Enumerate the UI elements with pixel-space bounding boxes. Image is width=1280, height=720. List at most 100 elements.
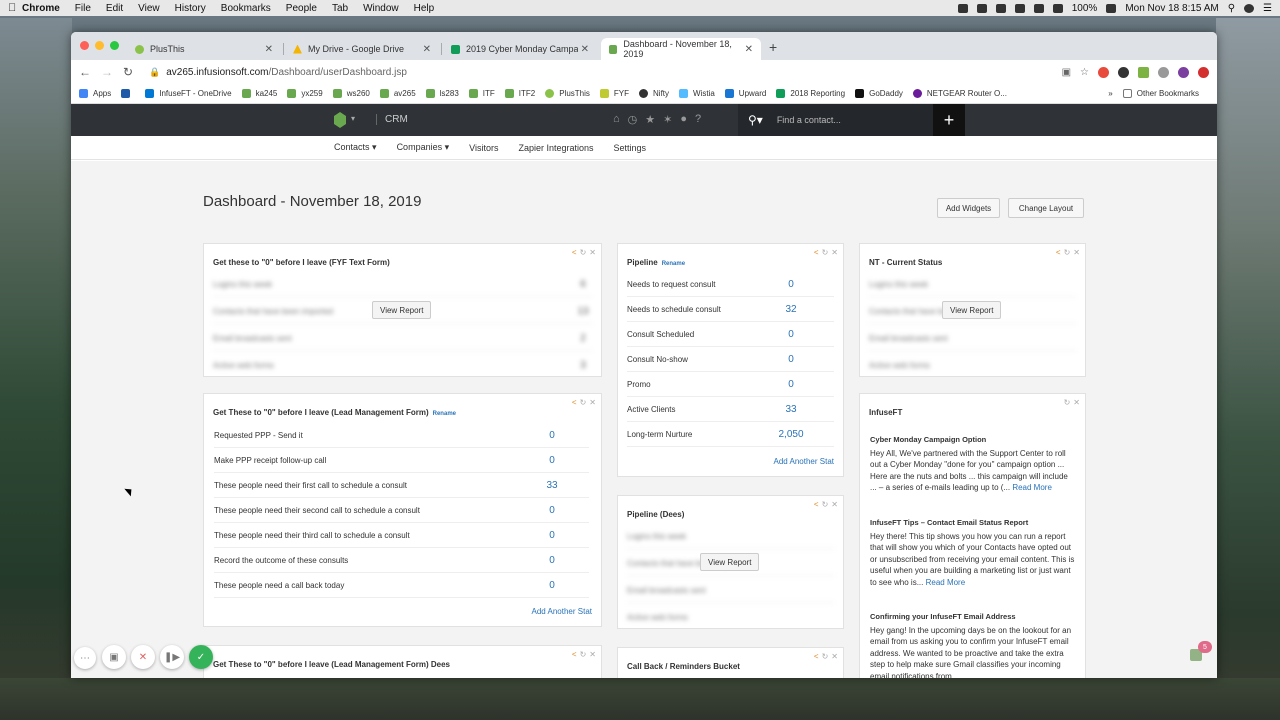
close-icon[interactable]: ✕ (831, 248, 838, 257)
nav-visitors[interactable]: Visitors (469, 143, 498, 153)
stat-row[interactable]: These people need their third call to sc… (214, 523, 589, 548)
bookmark-item[interactable]: ITF2 (504, 89, 535, 98)
bookmark-item[interactable]: yx259 (287, 89, 323, 98)
microphone-icon[interactable] (957, 3, 968, 13)
airplay-icon[interactable] (1014, 3, 1025, 13)
read-more-link[interactable]: Read More (926, 578, 966, 587)
bookmark-item[interactable]: NETGEAR Router O... (912, 89, 1007, 98)
home-icon[interactable]: ⌂ (613, 113, 620, 126)
close-icon[interactable]: ✕ (831, 652, 838, 661)
other-bookmarks[interactable]: Other Bookmarks (1122, 89, 1199, 98)
minimize-window-button[interactable] (95, 41, 104, 50)
extension-icon[interactable] (1158, 66, 1169, 78)
bookmark-item[interactable]: FYF (599, 89, 629, 98)
infusionsoft-logo[interactable] (334, 112, 346, 128)
profile-avatar[interactable] (1178, 66, 1189, 78)
pause-recording-button[interactable]: ❚▶ (160, 645, 184, 669)
menu-edit[interactable]: Edit (106, 3, 123, 14)
bookmark-star-icon[interactable]: ☆ (1080, 67, 1089, 78)
lock-icon[interactable]: 🔒 (149, 67, 160, 78)
add-another-stat-link[interactable]: Add Another Stat (774, 457, 835, 466)
stat-row[interactable]: Long-term Nurture 2,050 (627, 422, 834, 447)
stat-value[interactable]: 2,050 (771, 429, 811, 440)
refresh-icon[interactable]: ↻ (822, 652, 829, 661)
stat-value[interactable]: 0 (532, 530, 572, 541)
close-icon[interactable]: ✕ (589, 248, 596, 257)
view-report-button[interactable]: View Report (942, 301, 1002, 319)
menu-app-name[interactable]: Chrome (22, 3, 60, 14)
bookmark-item[interactable]: Apps (79, 89, 111, 98)
bookmark-item[interactable]: ls283 (425, 89, 459, 98)
volume-icon[interactable] (1033, 3, 1044, 13)
news-title[interactable]: Cyber Monday Campaign Option (870, 434, 1075, 446)
tab-plusthis[interactable]: PlusThis ✕ (127, 38, 281, 60)
user-icon[interactable]: ● (680, 113, 687, 126)
menu-window[interactable]: Window (363, 3, 399, 14)
stat-row[interactable]: Active Clients 33 (627, 397, 834, 422)
news-title[interactable]: InfuseFT Tips – Contact Email Status Rep… (870, 517, 1075, 529)
stat-value[interactable]: 0 (532, 505, 572, 516)
reload-button[interactable]: ↻ (123, 65, 133, 79)
camera-toggle-button[interactable]: ▣ (102, 645, 126, 669)
menu-history[interactable]: History (175, 3, 206, 14)
finish-recording-button[interactable]: ✓ (189, 645, 213, 669)
view-report-button[interactable]: View Report (372, 301, 432, 319)
stat-value[interactable]: 0 (532, 580, 572, 591)
menu-file[interactable]: File (75, 3, 91, 14)
close-icon[interactable]: ✕ (1073, 398, 1080, 407)
address-bar[interactable]: 🔒 av265.infusionsoft.com/Dashboard/userD… (145, 62, 1050, 82)
refresh-icon[interactable]: ↻ (580, 248, 587, 257)
stat-row[interactable]: Requested PPP - Send it 0 (214, 423, 589, 448)
close-tab-icon[interactable]: ✕ (581, 44, 589, 55)
search-input[interactable]: Find a contact... (777, 115, 841, 125)
stat-value[interactable]: 0 (771, 379, 811, 390)
stat-value[interactable]: 33 (771, 404, 811, 415)
cancel-recording-button[interactable]: ✕ (131, 645, 155, 669)
refresh-icon[interactable]: ↻ (1064, 248, 1071, 257)
close-icon[interactable]: ✕ (589, 398, 596, 407)
news-title[interactable]: Confirming your InfuseFT Email Address (870, 611, 1075, 623)
close-window-button[interactable] (80, 41, 89, 50)
stat-row[interactable]: Promo 0 (627, 372, 834, 397)
bookmark-item[interactable]: Wistia (679, 89, 715, 98)
stat-value[interactable]: 32 (771, 304, 811, 315)
dropbox-icon[interactable] (995, 3, 1006, 13)
close-icon[interactable]: ✕ (1073, 248, 1080, 257)
bookmark-item[interactable]: Upward (724, 89, 766, 98)
close-tab-icon[interactable]: ✕ (265, 44, 273, 55)
share-icon[interactable]: < (572, 248, 577, 257)
share-icon[interactable]: < (1056, 248, 1061, 257)
stat-row[interactable]: These people need their second call to s… (214, 498, 589, 523)
refresh-icon[interactable]: ↻ (1064, 398, 1071, 407)
more-options-button[interactable]: ⋯ (74, 647, 96, 669)
forward-button[interactable]: → (101, 65, 113, 79)
nav-contacts[interactable]: Contacts ▾ (334, 142, 377, 153)
stat-value[interactable]: 0 (771, 354, 811, 365)
tab-google-drive[interactable]: My Drive - Google Drive ✕ (285, 38, 439, 60)
bookmark-item[interactable]: Nifty (639, 89, 669, 98)
extension-icon[interactable] (1198, 66, 1209, 78)
bookmark-item[interactable]: 2018 Reporting (776, 89, 845, 98)
search-icon[interactable]: ⚲▾ (748, 113, 763, 127)
stat-row[interactable]: Record the outcome of these consults 0 (214, 548, 589, 573)
share-icon[interactable]: < (572, 650, 577, 659)
close-tab-icon[interactable]: ✕ (423, 44, 431, 55)
read-more-link[interactable]: Read More (1012, 483, 1052, 492)
spotlight-icon[interactable]: ⚲ (1228, 3, 1235, 14)
stat-row[interactable]: Consult No-show 0 (627, 347, 834, 372)
menu-tab[interactable]: Tab (332, 3, 348, 14)
apple-icon[interactable]:  (8, 2, 22, 14)
cloud-icon[interactable] (976, 3, 987, 13)
change-layout-button[interactable]: Change Layout (1008, 198, 1084, 218)
stat-value[interactable]: 0 (532, 555, 572, 566)
bookmark-item[interactable]: PlusThis (545, 89, 590, 98)
tab-dashboard[interactable]: Dashboard - November 18, 2019 ✕ (601, 38, 761, 60)
nav-settings[interactable]: Settings (614, 143, 647, 153)
stat-value[interactable]: 0 (771, 329, 811, 340)
bookmark-item[interactable]: ITF (468, 89, 495, 98)
close-icon[interactable]: ✕ (831, 500, 838, 509)
bookmark-item[interactable]: ka245 (241, 89, 277, 98)
camera-icon[interactable]: ▣ (1062, 67, 1071, 78)
stat-row[interactable]: Consult Scheduled 0 (627, 322, 834, 347)
refresh-icon[interactable]: ↻ (580, 398, 587, 407)
